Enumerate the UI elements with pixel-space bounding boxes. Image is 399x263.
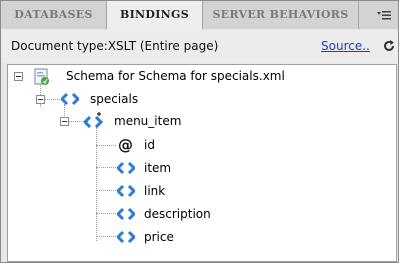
bindings-panel: DATABASES BINDINGS SERVER BEHAVIORS Docu… <box>0 0 399 263</box>
tree-node-description[interactable]: description <box>144 204 211 224</box>
svg-text:@: @ <box>118 137 133 153</box>
repeating-element-icon <box>84 112 104 129</box>
specials-collapse-toggle[interactable] <box>36 95 45 104</box>
tree-node-schema-root[interactable]: Schema for Schema for specials.xml <box>66 66 285 86</box>
panel-menu-icon <box>377 11 391 20</box>
attribute-icon: @ <box>118 137 133 153</box>
binding-tree: Schema for Schema for specials.xml speci… <box>7 64 397 262</box>
element-icon <box>61 92 79 106</box>
tree-node-link[interactable]: link <box>144 181 165 201</box>
menu-item-collapse-toggle[interactable] <box>60 117 69 126</box>
panel-options-button[interactable] <box>359 1 398 29</box>
element-icon <box>117 207 135 221</box>
tab-databases[interactable]: DATABASES <box>1 1 107 29</box>
tree-node-menu-item[interactable]: menu_item <box>114 111 181 131</box>
element-icon <box>117 184 135 198</box>
tree-node-id[interactable]: id <box>144 135 155 155</box>
root-collapse-toggle[interactable] <box>14 72 23 81</box>
schema-icon <box>34 68 49 85</box>
tree-node-price[interactable]: price <box>144 227 174 247</box>
tree-node-item[interactable]: item <box>144 158 171 178</box>
source-link[interactable]: Source.. <box>321 39 370 53</box>
tree-node-specials[interactable]: specials <box>90 89 138 109</box>
tab-bindings[interactable]: BINDINGS <box>107 1 203 30</box>
refresh-icon[interactable] <box>383 40 395 52</box>
panel-tabbar: DATABASES BINDINGS SERVER BEHAVIORS <box>1 1 398 30</box>
document-type-row: Document type:XSLT (Entire page) Source.… <box>1 30 398 63</box>
document-type-label: Document type:XSLT (Entire page) <box>11 39 219 53</box>
tab-server-behaviors[interactable]: SERVER BEHAVIORS <box>203 1 359 29</box>
element-icon <box>117 161 135 175</box>
element-icon <box>117 230 135 244</box>
